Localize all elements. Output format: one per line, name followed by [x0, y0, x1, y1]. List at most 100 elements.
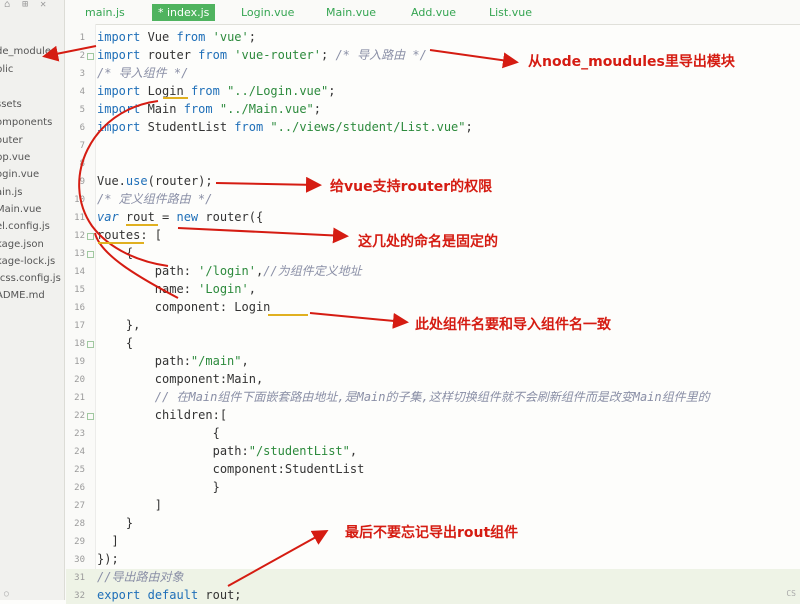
fold-marker-icon[interactable] [87, 233, 94, 240]
code-token: from [234, 120, 264, 134]
line-number: 26 [74, 483, 85, 493]
tree-item-assets[interactable]: ssets [0, 99, 22, 110]
tab-main-js[interactable]: main.js [79, 4, 131, 21]
line-number: 11 [74, 213, 85, 223]
code-token: import [97, 84, 141, 98]
line-number: 10 [74, 195, 85, 205]
code-line-32: export default rout; [97, 588, 242, 602]
tree-item-node-modules[interactable]: de_modules [0, 46, 56, 57]
close-icon[interactable]: ✕ [40, 0, 46, 10]
code-comment-21: // 在Main组件下面嵌套路由地址,是Main的子集,这样切换组件就不会刷新组… [97, 390, 710, 404]
line-number: 25 [74, 465, 85, 475]
line-number: 2 [79, 51, 85, 61]
tree-item-router[interactable]: outer [0, 135, 23, 146]
line-number: 16 [74, 303, 85, 313]
line-number: 4 [79, 87, 85, 97]
grid-icon[interactable]: ⊞ [22, 0, 28, 10]
tree-item-babel-config[interactable]: el.config.js [0, 221, 50, 232]
code-line-3: /* 导入组件 */ [97, 64, 188, 82]
line-number: 15 [74, 285, 85, 295]
code-line-11: var rout = new router({ [97, 210, 264, 224]
code-line-19: path:"/main", [97, 354, 249, 368]
code-line-13: { [97, 246, 134, 260]
code-line-31: //导出路由对象 [97, 568, 183, 586]
line-number: 5 [79, 105, 85, 115]
arrow-line2-anno [429, 49, 519, 69]
code-line-4: import Login from "../Login.vue"; [97, 84, 336, 98]
code-token: /* 导入路由 */ [335, 48, 427, 62]
code-line-1: import Vue from 'vue'; [97, 30, 256, 44]
line-number: 27 [74, 501, 85, 511]
tree-item-readme[interactable]: ADME.md [0, 290, 45, 301]
fold-marker-icon[interactable] [87, 251, 94, 258]
code-token: 'Login' [198, 282, 249, 296]
code-token: from [198, 48, 228, 62]
code-token: from [183, 102, 213, 116]
code-token: from [176, 30, 206, 44]
line-number: 18 [74, 339, 85, 349]
code-line-17: }, [97, 318, 141, 332]
code-line-12: routes: [ [97, 228, 163, 242]
tab-main-vue[interactable]: Main.vue [320, 4, 382, 21]
code-token: import [97, 120, 141, 134]
code-token: "../views/student/List.vue" [270, 120, 466, 134]
annotation-node-modules: 从node_moudules里导出模块 [528, 54, 735, 70]
code-line-5: import Main from "../Main.vue"; [97, 102, 322, 116]
code-token: from [190, 84, 220, 98]
code-line-20: component:Main, [97, 372, 264, 386]
fold-marker-icon[interactable] [87, 341, 94, 348]
tab-list-vue[interactable]: List.vue [483, 4, 538, 21]
line-number: 9 [79, 177, 85, 187]
code-line-22: children:[ [97, 408, 228, 422]
tab-login-vue[interactable]: Login.vue [235, 4, 300, 21]
code-line-24: path:"/studentList", [97, 444, 358, 458]
tree-item-package-lock[interactable]: kage-lock.js [0, 256, 55, 267]
tree-item-login-vue[interactable]: ogin.vue [0, 169, 39, 180]
fold-marker-icon[interactable] [87, 413, 94, 420]
line-number: 3 [79, 69, 85, 79]
code-token: var [97, 210, 119, 224]
code-token: "/studentList" [248, 444, 350, 458]
code-token: /* 定义组件路由 */ [97, 192, 213, 206]
code-line-23: { [97, 426, 220, 440]
code-line-27: ] [97, 498, 163, 512]
code-token: import [97, 102, 141, 116]
line-number: 8 [79, 159, 85, 169]
line-number: 21 [74, 393, 85, 403]
fold-marker-icon[interactable] [87, 53, 94, 60]
tree-item-public[interactable]: blic [0, 64, 13, 75]
tree-item-main-vue[interactable]: Main.vue [0, 204, 41, 215]
code-line-28: } [97, 516, 134, 530]
tree-item-components[interactable]: omponents [0, 117, 52, 128]
code-line-9: Vue.use(router); [97, 174, 213, 188]
tree-item-postcss-config[interactable]: tcss.config.js [0, 273, 61, 284]
code-line-15: name: 'Login', [97, 282, 256, 296]
code-token: 'vue-router' [234, 48, 321, 62]
tree-item-main-js[interactable]: ain.js [0, 187, 22, 198]
code-token: /* 导入组件 */ [97, 66, 189, 80]
tree-item-package-json[interactable]: kage.json [0, 239, 44, 250]
tab-add-vue[interactable]: Add.vue [405, 4, 462, 21]
code-token: new [176, 210, 199, 224]
line-number: 19 [74, 357, 85, 367]
home-icon[interactable]: ⌂ [4, 0, 10, 10]
annotation-component-name: 此处组件名要和导入组件名一致 [415, 317, 611, 333]
tree-item-app-vue[interactable]: pp.vue [0, 152, 30, 163]
line-number: 20 [74, 375, 85, 385]
line-number: 23 [74, 429, 85, 439]
code-token: import [97, 30, 141, 44]
code-line-2: import router from 'vue-router'; /* 导入路由… [97, 48, 427, 62]
tab-index-js[interactable]: * index.js [152, 4, 216, 21]
code-line-6: import StudentList from "../views/studen… [97, 120, 473, 134]
line-number: 1 [79, 33, 85, 43]
code-token: '/login' [198, 264, 256, 278]
annotation-export-rout: 最后不要忘记导出rout组件 [345, 525, 519, 541]
code-line-16: component: Login [97, 300, 271, 314]
line-number: 24 [74, 447, 85, 457]
arrow-vue-use [215, 176, 322, 193]
code-token: "../Main.vue" [219, 102, 314, 116]
line-number: 17 [74, 321, 85, 331]
code-token: "../Login.vue" [227, 84, 329, 98]
line-number: 29 [74, 537, 85, 547]
line-number: 22 [74, 411, 85, 421]
